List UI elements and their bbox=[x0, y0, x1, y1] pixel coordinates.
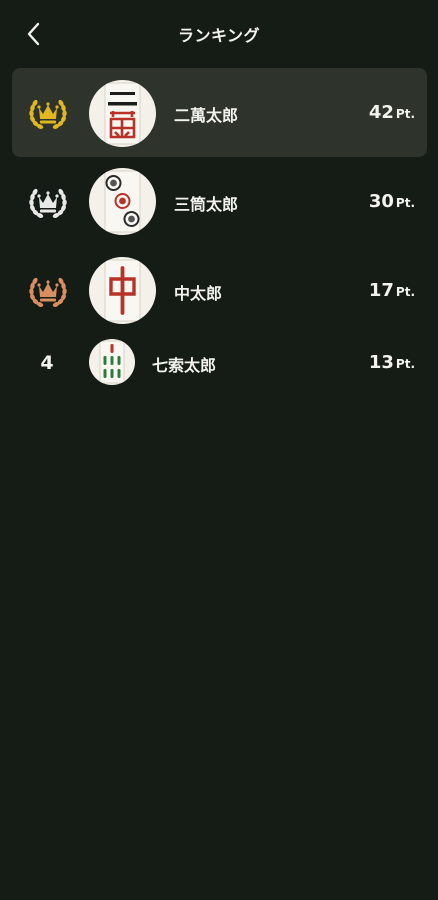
player-score: 30 Pt. bbox=[369, 191, 415, 212]
score-unit: Pt. bbox=[395, 285, 415, 299]
player-name: 中太郎 bbox=[174, 284, 223, 303]
player-score: 17 Pt. bbox=[369, 280, 415, 301]
ranking-row-4[interactable]: 4 七索太郎 13 Pt. bbox=[12, 335, 427, 391]
mahjong-3-pin-tile-icon bbox=[89, 168, 156, 235]
ranking-row-2[interactable]: 三筒太郎 30 Pt. bbox=[12, 157, 427, 246]
page-title: ランキング bbox=[177, 26, 261, 45]
silver-crown-laurel-icon bbox=[29, 187, 67, 219]
mahjong-chun-tile-icon bbox=[89, 257, 156, 324]
mahjong-2-man-tile-icon bbox=[89, 80, 156, 147]
mahjong-7-sou-tile-icon bbox=[89, 339, 135, 385]
rank-number: 4 bbox=[40, 352, 54, 374]
score-value: 42 bbox=[368, 102, 394, 123]
bronze-crown-laurel-icon bbox=[29, 276, 67, 308]
player-name: 三筒太郎 bbox=[174, 195, 239, 214]
score-value: 17 bbox=[368, 280, 394, 301]
score-value: 30 bbox=[368, 191, 394, 212]
player-name: 二萬太郎 bbox=[174, 106, 239, 125]
score-unit: Pt. bbox=[395, 107, 415, 121]
ranking-row-3[interactable]: 中太郎 17 Pt. bbox=[12, 246, 427, 335]
player-score: 13 Pt. bbox=[369, 352, 415, 373]
score-unit: Pt. bbox=[395, 196, 415, 210]
player-name: 七索太郎 bbox=[152, 356, 217, 375]
player-score: 42 Pt. bbox=[369, 102, 415, 123]
score-unit: Pt. bbox=[395, 357, 415, 371]
score-value: 13 bbox=[368, 352, 394, 373]
gold-crown-laurel-icon bbox=[29, 98, 67, 130]
ranking-row-1[interactable]: 二萬太郎 42 Pt. bbox=[12, 68, 427, 157]
app-header: ランキング bbox=[0, 0, 438, 66]
